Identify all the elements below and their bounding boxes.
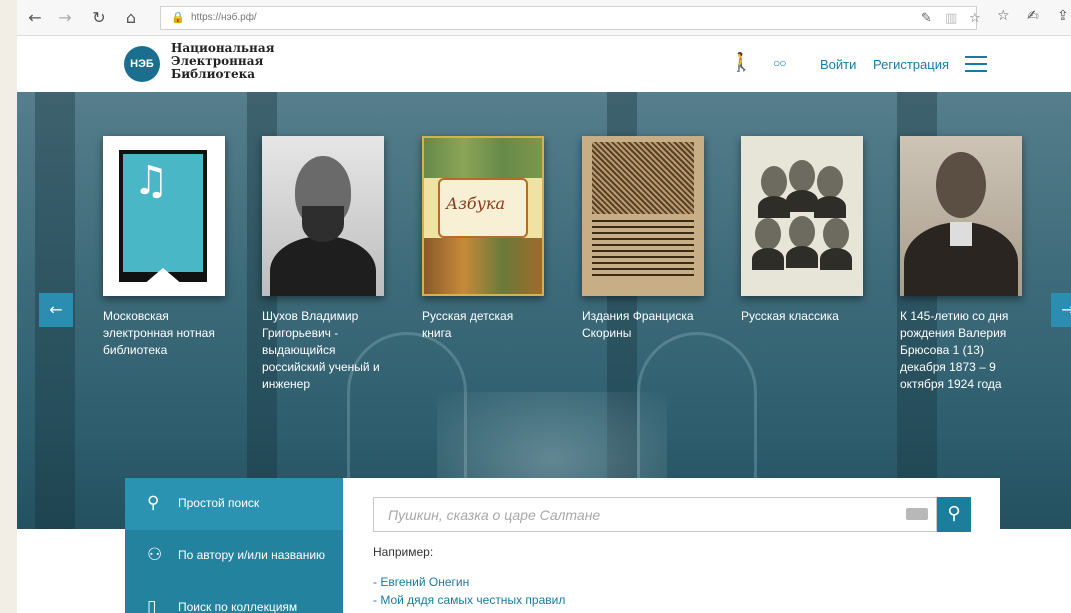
logo[interactable]: НЭБ (124, 46, 160, 82)
bryusov-portrait (900, 136, 1022, 296)
logo-line-3: Библиотека (171, 67, 256, 81)
carousel-card[interactable]: Издания Франциска Скорины (582, 136, 704, 342)
glasses-icon[interactable]: ○○ (773, 56, 786, 70)
example-link[interactable]: - Мой дядя самых честных правил (373, 593, 565, 607)
music-library-image: ♫ (103, 136, 225, 296)
shukhov-portrait (262, 136, 384, 296)
card-label: Русская классика (741, 309, 839, 323)
favorite-star-icon[interactable]: ☆ (969, 11, 981, 26)
site-header: НЭБ Национальная Электронная Библиотека … (17, 36, 1071, 92)
author-search-icon: ⚇ (147, 545, 163, 565)
carousel-card[interactable]: Русская классика (741, 136, 863, 325)
pen-icon[interactable]: ✎ (921, 11, 932, 26)
collection-icon: ▯ (147, 597, 157, 613)
lock-icon: 🔒 (171, 11, 185, 24)
refresh-icon[interactable]: ↻ (89, 8, 109, 28)
carousel-card[interactable]: ♫ Московская электронная нотная библиоте… (103, 136, 225, 359)
logo-text[interactable]: Национальная Электронная Библиотека (171, 42, 274, 81)
search-icon: ⚲ (147, 493, 160, 513)
favorites-list-icon[interactable]: ☆ (997, 8, 1010, 24)
hero-carousel: ← → ♫ Московская электронная нотная библ… (17, 92, 1071, 529)
keyboard-icon[interactable] (906, 508, 928, 520)
classics-group-photo (741, 136, 863, 296)
address-bar[interactable]: 🔒 https://нэб.рф/ ✎ ▥ ☆ (160, 6, 981, 30)
hamburger-menu-icon[interactable] (965, 56, 987, 72)
card-label: Издания Франциска Скорины (582, 309, 694, 340)
tab-simple-search[interactable]: ⚲ Простой поиск (125, 478, 343, 530)
carousel-card[interactable]: Азбука Русская детская книга (422, 136, 544, 342)
forward-icon[interactable]: → (55, 8, 75, 28)
tab-author-title-search[interactable]: ⚇ По автору и/или названию (125, 530, 343, 582)
tab-label: Простой поиск (178, 496, 260, 510)
back-icon[interactable]: ← (25, 8, 45, 28)
carousel-prev-button[interactable]: ← (39, 293, 73, 327)
card-label: Русская детская книга (422, 309, 514, 340)
tab-label: По автору и/или названию (178, 548, 326, 562)
notes-icon[interactable]: ✍ (1027, 8, 1039, 24)
register-link[interactable]: Регистрация (873, 57, 949, 72)
azbuka-cover: Азбука (422, 136, 544, 296)
card-label: Шухов Владимир Григорьевич - выдающийся … (262, 309, 380, 391)
tab-label: Поиск по коллекциям (178, 600, 298, 613)
browser-toolbar: ← → ↻ ⌂ 🔒 https://нэб.рф/ ✎ ▥ ☆ ☆ ✍ ⇪ (17, 0, 1071, 36)
example-link[interactable]: - Евгений Онегин (373, 575, 469, 589)
tab-collection-search[interactable]: ▯ Поиск по коллекциям (125, 582, 343, 613)
azbuka-title: Азбука (446, 194, 505, 213)
login-link[interactable]: Войти (820, 57, 856, 72)
card-label: Московская электронная нотная библиотека (103, 309, 215, 357)
carousel-card[interactable]: К 145-летию со дня рождения Валерия Брюс… (900, 136, 1022, 393)
search-button[interactable]: ⚲ (937, 497, 971, 532)
search-input[interactable] (374, 498, 894, 531)
reading-view-icon[interactable]: ▥ (945, 11, 957, 26)
search-input-wrapper[interactable] (373, 497, 937, 532)
accessibility-icon[interactable]: 🚶 (730, 52, 752, 73)
search-tabs: ⚲ Простой поиск ⚇ По автору и/или назван… (125, 478, 343, 613)
card-label: К 145-летию со дня рождения Валерия Брюс… (900, 309, 1009, 391)
carousel-card[interactable]: Шухов Владимир Григорьевич - выдающийся … (262, 136, 384, 393)
url-text: https://нэб.рф/ (191, 12, 257, 23)
carousel-next-button[interactable]: → (1051, 293, 1071, 327)
skorina-page (582, 136, 704, 296)
example-label: Например: (373, 545, 434, 559)
share-icon[interactable]: ⇪ (1057, 8, 1069, 24)
home-icon[interactable]: ⌂ (121, 8, 141, 28)
music-note-icon: ♫ (133, 158, 169, 204)
